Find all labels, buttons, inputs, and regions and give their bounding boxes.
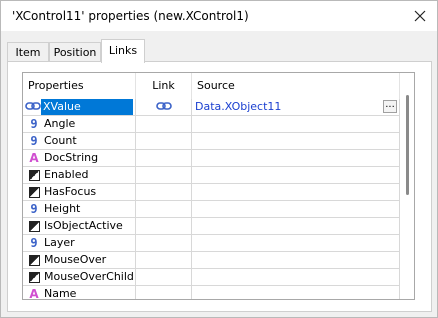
property-name: Count (44, 134, 77, 147)
close-icon (414, 10, 426, 22)
vertical-scrollbar[interactable] (400, 73, 414, 299)
link-cell[interactable] (136, 269, 192, 286)
numeric-icon: 9 (30, 236, 38, 250)
property-name: Name (44, 287, 77, 300)
property-row-angle[interactable]: 9 Angle (23, 116, 400, 133)
property-name-cell[interactable]: A Name (23, 286, 136, 300)
property-name-cell[interactable]: HasFocus (23, 184, 136, 201)
source-cell[interactable]: Data.XObject11... (192, 99, 400, 116)
property-name: MouseOverChild (44, 270, 134, 283)
boolean-icon (27, 270, 41, 284)
tab-links[interactable]: Links (101, 39, 145, 63)
source-cell[interactable] (192, 286, 400, 299)
source-value: Data.XObject11 (195, 100, 282, 113)
window-title: 'XControl11' properties (new.XControl1) (12, 9, 249, 23)
link-cell[interactable] (136, 99, 192, 116)
source-cell[interactable] (192, 133, 400, 150)
property-name-cell[interactable]: IsObjectActive (23, 218, 136, 235)
link-cell[interactable] (136, 116, 192, 133)
property-row-height[interactable]: 9 Height (23, 201, 400, 218)
property-name: Layer (44, 236, 75, 249)
source-cell[interactable] (192, 150, 400, 167)
property-name-cell[interactable]: MouseOver (23, 252, 136, 269)
property-grid: Properties Link Source XValue Data.XObjec… (22, 72, 415, 300)
close-button[interactable] (411, 7, 429, 25)
property-row-hasfocus[interactable]: HasFocus (23, 184, 400, 201)
link-cell[interactable] (136, 184, 192, 201)
link-icon (155, 100, 172, 115)
header-link[interactable]: Link (136, 73, 192, 99)
property-row-enabled[interactable]: Enabled (23, 167, 400, 184)
properties-dialog: 'XControl11' properties (new.XControl1) … (0, 0, 438, 318)
property-name-cell[interactable]: Enabled (23, 167, 136, 184)
property-row-name[interactable]: A Name (23, 286, 400, 300)
property-row-mouseoverchild[interactable]: MouseOverChild (23, 269, 400, 286)
link-cell[interactable] (136, 167, 192, 184)
header-properties[interactable]: Properties (23, 73, 136, 99)
link-cell[interactable] (136, 201, 192, 218)
property-name-cell[interactable]: A DocString (23, 150, 136, 167)
link-cell[interactable] (136, 252, 192, 269)
property-name: HasFocus (44, 185, 97, 198)
property-row-isobjectactive[interactable]: IsObjectActive (23, 218, 400, 235)
source-cell[interactable] (192, 218, 400, 235)
property-row-layer[interactable]: 9 Layer (23, 235, 400, 252)
link-cell[interactable] (136, 218, 192, 235)
numeric-icon: 9 (30, 202, 38, 216)
source-cell[interactable] (192, 235, 400, 252)
source-cell[interactable] (192, 201, 400, 218)
property-name: Enabled (44, 168, 89, 181)
boolean-icon (27, 168, 41, 182)
property-row-xvalue[interactable]: XValue Data.XObject11... (23, 99, 400, 116)
link-icon (25, 100, 41, 114)
header-source[interactable]: Source (192, 73, 400, 99)
string-icon: A (29, 287, 39, 300)
property-name: Angle (44, 117, 76, 130)
source-cell[interactable] (192, 116, 400, 133)
property-name: MouseOver (44, 253, 107, 266)
boolean-icon (27, 253, 41, 267)
property-name-cell[interactable]: 9 Angle (23, 116, 136, 133)
property-name: XValue (41, 99, 133, 115)
property-name: DocString (44, 151, 99, 164)
grid-header: Properties Link Source (23, 73, 400, 99)
property-name-cell[interactable]: 9 Count (23, 133, 136, 150)
property-name-cell[interactable]: MouseOverChild (23, 269, 136, 286)
property-row-docstring[interactable]: A DocString (23, 150, 400, 167)
link-cell[interactable] (136, 286, 192, 299)
tab-item[interactable]: Item (7, 42, 49, 62)
tab-position[interactable]: Position (49, 42, 101, 62)
source-cell[interactable] (192, 184, 400, 201)
property-name-cell[interactable]: 9 Height (23, 201, 136, 218)
source-cell[interactable] (192, 167, 400, 184)
source-cell[interactable] (192, 252, 400, 269)
property-name: Height (44, 202, 81, 215)
property-name-cell[interactable]: XValue (23, 99, 136, 116)
link-cell[interactable] (136, 133, 192, 150)
property-name-cell[interactable]: 9 Layer (23, 235, 136, 252)
boolean-icon (27, 185, 41, 199)
link-cell[interactable] (136, 235, 192, 252)
browse-button[interactable]: ... (383, 100, 397, 113)
property-row-count[interactable]: 9 Count (23, 133, 400, 150)
boolean-icon (27, 219, 41, 233)
link-cell[interactable] (136, 150, 192, 167)
source-cell[interactable] (192, 269, 400, 286)
property-row-mouseover[interactable]: MouseOver (23, 252, 400, 269)
string-icon: A (29, 151, 39, 165)
title-bar: 'XControl11' properties (new.XControl1) (1, 1, 437, 31)
scrollbar-thumb[interactable] (406, 95, 409, 195)
numeric-icon: 9 (30, 134, 38, 148)
numeric-icon: 9 (30, 117, 38, 131)
property-name: IsObjectActive (44, 219, 123, 232)
